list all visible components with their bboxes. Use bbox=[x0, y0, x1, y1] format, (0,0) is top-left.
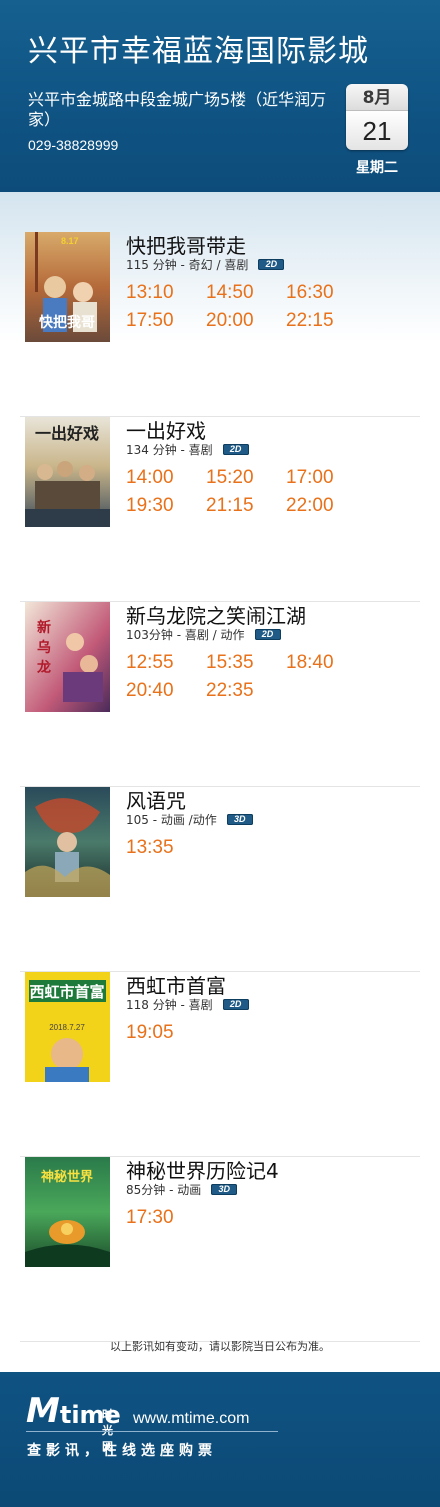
svg-text:一出好戏: 一出好戏 bbox=[35, 424, 99, 443]
movie-item[interactable]: 新 乌 龙 新乌龙院之笑闹江湖 103分钟 - 喜剧 / 动作 2D 12:55… bbox=[20, 602, 420, 787]
showtime[interactable]: 13:35 bbox=[126, 837, 206, 865]
schedule-notice: 以上影讯如有变动，请以影院当日公布为准。 bbox=[110, 1340, 330, 1353]
showtime[interactable]: 17:30 bbox=[126, 1207, 206, 1235]
movie-poster[interactable] bbox=[25, 787, 110, 897]
mtime-footer: M time 时光网 www.mtime.com 查影讯，在线选座购票 bbox=[0, 1366, 440, 1507]
svg-text:2018.7.27: 2018.7.27 bbox=[49, 1023, 85, 1032]
svg-text:西虹市首富: 西虹市首富 bbox=[29, 983, 104, 1001]
movie-poster[interactable]: 一出好戏 bbox=[25, 417, 110, 527]
movie-item[interactable]: 神秘世界 神秘世界历险记4 85分钟 - 动画 3D 17:30 bbox=[20, 1157, 420, 1342]
movie-poster[interactable]: 快把我哥 8.17 bbox=[25, 232, 110, 342]
showtime[interactable]: 14:50 bbox=[206, 282, 286, 310]
format-badge: 3D bbox=[226, 813, 253, 825]
svg-text:乌: 乌 bbox=[37, 639, 51, 656]
movie-item[interactable]: 快把我哥 8.17 快把我哥带走 115 分钟 - 奇幻 / 喜剧 2D 13:… bbox=[20, 232, 420, 417]
showtime[interactable]: 21:15 bbox=[206, 495, 286, 523]
showtime[interactable]: 20:40 bbox=[126, 680, 206, 708]
showtime-list: 14:00 15:20 17:00 19:30 21:15 22:00 bbox=[126, 467, 426, 523]
date-calendar: 8月 21 bbox=[346, 84, 408, 150]
stamp-edge-bottom bbox=[1, 1366, 440, 1371]
date-month: 8月 bbox=[346, 84, 408, 110]
showtime[interactable]: 13:10 bbox=[126, 282, 206, 310]
movie-meta: 103分钟 - 喜剧 / 动作 2D bbox=[126, 626, 281, 642]
movie-meta: 115 分钟 - 奇幻 / 喜剧 2D bbox=[126, 256, 285, 272]
showtime[interactable]: 22:00 bbox=[286, 495, 366, 523]
movie-duration-genre: 118 分钟 - 喜剧 bbox=[126, 997, 213, 1012]
format-badge: 3D bbox=[211, 1183, 238, 1195]
showtime[interactable]: 14:00 bbox=[126, 467, 206, 495]
cinema-phone[interactable]: 029-38828999 bbox=[28, 137, 118, 153]
svg-text:龙: 龙 bbox=[36, 659, 51, 676]
format-badge: 2D bbox=[254, 628, 281, 640]
svg-text:神秘世界: 神秘世界 bbox=[41, 1169, 93, 1185]
movie-meta: 105 - 动画 /动作 3D bbox=[126, 811, 253, 827]
footer-divider bbox=[26, 1431, 278, 1432]
showtime[interactable]: 17:50 bbox=[126, 310, 206, 338]
movie-duration-genre: 115 分钟 - 奇幻 / 喜剧 bbox=[126, 257, 249, 272]
movie-item[interactable]: 西虹市首富 2018.7.27 西虹市首富 118 分钟 - 喜剧 2D 19:… bbox=[20, 972, 420, 1157]
showtime[interactable]: 18:40 bbox=[286, 652, 366, 680]
movie-poster[interactable]: 新 乌 龙 bbox=[25, 602, 110, 712]
mtime-logo[interactable]: M time 时光网 bbox=[26, 1391, 121, 1453]
date-day: 21 bbox=[346, 110, 408, 150]
logo-m: M bbox=[26, 1391, 60, 1431]
showtime[interactable]: 19:30 bbox=[126, 495, 206, 523]
cinema-name: 兴平市幸福蓝海国际影城 bbox=[28, 34, 369, 69]
cinema-header: 兴平市幸福蓝海国际影城 兴平市金城路中段金城广场5楼（近华润万家） 029-38… bbox=[0, 0, 440, 198]
showtime[interactable]: 12:55 bbox=[126, 652, 206, 680]
movie-poster[interactable]: 西虹市首富 2018.7.27 bbox=[25, 972, 110, 1082]
format-badge: 2D bbox=[222, 443, 249, 455]
movie-meta: 134 分钟 - 喜剧 2D bbox=[126, 441, 249, 457]
movie-duration-genre: 105 - 动画 /动作 bbox=[126, 812, 217, 827]
showtime[interactable]: 16:30 bbox=[286, 282, 366, 310]
format-badge: 2D bbox=[222, 998, 249, 1010]
showtime[interactable]: 22:15 bbox=[286, 310, 366, 338]
showtime[interactable]: 17:00 bbox=[286, 467, 366, 495]
movie-duration-genre: 134 分钟 - 喜剧 bbox=[126, 442, 213, 457]
movie-poster[interactable]: 神秘世界 bbox=[25, 1157, 110, 1267]
movie-item[interactable]: 一出好戏 一出好戏 134 分钟 - 喜剧 2D 14:00 15:20 17:… bbox=[20, 417, 420, 602]
date-weekday: 星期二 bbox=[356, 160, 398, 176]
showtime-list: 19:05 bbox=[126, 1022, 426, 1050]
showtime[interactable]: 20:00 bbox=[206, 310, 286, 338]
showtime[interactable]: 22:35 bbox=[206, 680, 286, 708]
movie-duration-genre: 85分钟 - 动画 bbox=[126, 1182, 202, 1197]
svg-text:8.17: 8.17 bbox=[61, 236, 79, 246]
showtime-list: 12:55 15:35 18:40 20:40 22:35 bbox=[126, 652, 426, 708]
movie-duration-genre: 103分钟 - 喜剧 / 动作 bbox=[126, 627, 245, 642]
footer-slogan: 查影讯，在线选座购票 bbox=[27, 1443, 217, 1459]
showtime-list: 17:30 bbox=[126, 1207, 426, 1235]
svg-text:快把我哥: 快把我哥 bbox=[39, 314, 95, 331]
showtime-list: 13:35 bbox=[126, 837, 426, 865]
movie-item[interactable]: 风语咒 105 - 动画 /动作 3D 13:35 bbox=[20, 787, 420, 972]
movie-meta: 118 分钟 - 喜剧 2D bbox=[126, 996, 249, 1012]
format-badge: 2D bbox=[258, 258, 285, 270]
showtime[interactable]: 15:35 bbox=[206, 652, 286, 680]
showtime-list: 13:10 14:50 16:30 17:50 20:00 22:15 bbox=[126, 282, 426, 338]
site-url-link[interactable]: www.mtime.com bbox=[133, 1410, 249, 1428]
cinema-address: 兴平市金城路中段金城广场5楼（近华润万家） bbox=[28, 90, 327, 129]
svg-text:新: 新 bbox=[37, 619, 51, 636]
showtime[interactable]: 15:20 bbox=[206, 467, 286, 495]
showtime[interactable]: 19:05 bbox=[126, 1022, 206, 1050]
movie-meta: 85分钟 - 动画 3D bbox=[126, 1181, 238, 1197]
